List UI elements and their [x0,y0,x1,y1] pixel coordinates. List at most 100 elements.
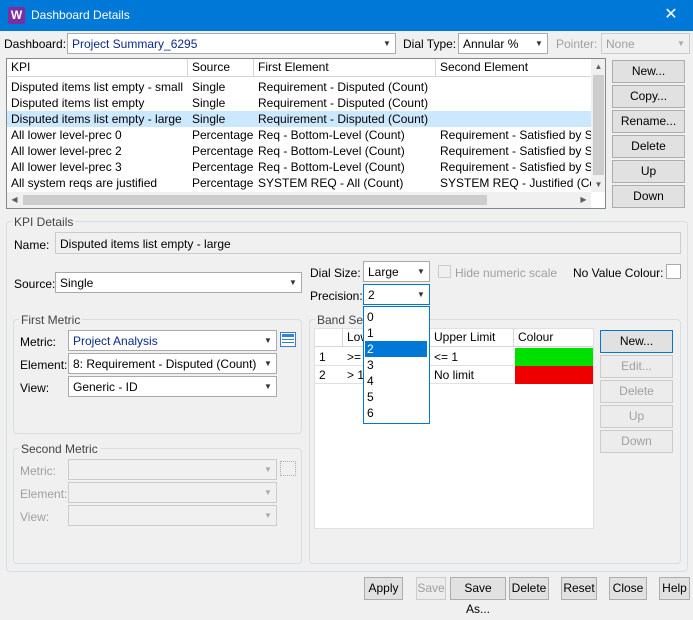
band-delete-button: Delete [600,380,673,403]
precision-option[interactable]: 1 [365,325,427,341]
horizontal-scrollbar[interactable]: ◀ ▶ [7,192,591,208]
column-header-kpi[interactable]: KPI [7,59,188,77]
column-header-second-element[interactable]: Second Element [436,59,591,77]
cell-source: Percentage [192,160,254,174]
scroll-thumb[interactable] [23,195,487,205]
metric-select[interactable]: Project Analysis ▼ [68,330,277,351]
second-metric-browse-icon [280,461,296,476]
save-as-button[interactable]: Save As... [450,577,506,616]
scroll-up-icon[interactable]: ▲ [591,59,605,74]
precision-option[interactable]: 4 [365,373,427,389]
no-value-colour-swatch[interactable] [666,264,681,279]
chevron-down-icon: ▼ [677,39,685,48]
close-button[interactable]: Close [609,577,647,600]
precision-dropdown-list[interactable]: 0 1 2 3 4 5 6 [363,306,430,424]
pointer-label: Pointer: [556,37,598,51]
down-kpi-button[interactable]: Down [612,185,685,208]
dial-type-select[interactable]: Annular % ▼ [458,33,548,54]
band-new-button[interactable]: New... [600,330,673,353]
cell-second-element [436,79,591,95]
name-field[interactable]: Disputed items list empty - large [55,232,681,254]
cell-second-element [436,111,591,127]
cell-first-element: Req - Bottom-Level (Count) [258,144,405,158]
copy-kpi-button[interactable]: Copy... [612,85,685,108]
first-metric-title: First Metric [19,313,83,327]
second-element-label: Element: [20,487,68,501]
table-row[interactable]: All lower level-prec 2 Percentage Req - … [7,143,591,159]
precision-label: Precision: [310,289,363,303]
table-row[interactable]: Disputed items list empty - small Single… [7,79,591,95]
band-colour-swatch[interactable] [515,366,593,384]
element-value: 8: Requirement - Disputed (Count) [73,357,257,371]
kpi-details-title: KPI Details [12,215,76,229]
band-row[interactable]: 1 >= <= 1 [315,348,593,366]
band-colour-swatch[interactable] [515,348,593,366]
dashboard-select[interactable]: Project Summary_6295 ▼ [67,33,396,54]
precision-option[interactable]: 0 [365,309,427,325]
cell-first-element: Requirement - Disputed (Count) [258,80,429,94]
metric-label: Metric: [20,335,56,349]
dial-size-select[interactable]: Large ▼ [363,261,430,282]
view-select[interactable]: Generic - ID ▼ [68,376,277,397]
band-edit-button: Edit... [600,355,673,378]
dial-size-value: Large [368,265,399,279]
delete-kpi-button[interactable]: Delete [612,135,685,158]
chevron-down-icon: ▼ [264,382,272,391]
cell-source: Single [192,80,226,94]
cell-kpi: Disputed items list empty [11,96,145,110]
reset-button[interactable]: Reset [561,577,597,600]
column-header-first-element[interactable]: First Element [254,59,436,77]
table-row[interactable]: All lower level-prec 0 Percentage Req - … [7,127,591,143]
column-header-source[interactable]: Source [188,59,254,77]
precision-select[interactable]: 2 ▼ [363,284,430,305]
cell-second-element [436,95,591,111]
precision-option-selected[interactable]: 2 [365,341,427,357]
source-select[interactable]: Single ▼ [55,272,302,293]
band-num: 1 [319,350,326,364]
cell-source: Percentage [192,128,254,142]
precision-option[interactable]: 6 [365,405,427,421]
source-label: Source: [14,277,56,291]
band-col-colour[interactable]: Colour [514,329,593,347]
band-upper: No limit [434,368,475,382]
scroll-thumb[interactable] [593,75,604,175]
chevron-down-icon: ▼ [417,290,425,299]
table-row[interactable]: All system reqs are justified Percentage… [7,175,591,191]
cell-kpi: All system reqs are justified [11,176,158,190]
scroll-right-icon[interactable]: ▶ [576,192,591,208]
chevron-down-icon: ▼ [289,278,297,287]
apply-button[interactable]: Apply [364,577,403,600]
cell-second-element: SYSTEM REQ - Justified (Cour [440,176,591,190]
band-table-header: Low Upper Limit Colour [315,329,593,347]
new-kpi-button[interactable]: New... [612,60,685,83]
title-bar: W Dashboard Details ✕ [0,0,693,31]
table-row[interactable]: Disputed items list empty Single Require… [7,95,591,111]
dial-size-label: Dial Size: [310,266,361,280]
cell-second-element: Requirement - Satisfied by SY [440,160,591,174]
second-element-select: ▼ [68,482,277,503]
delete-button[interactable]: Delete [509,577,549,600]
precision-option[interactable]: 5 [365,389,427,405]
cell-first-element: Req - Bottom-Level (Count) [258,160,405,174]
element-select[interactable]: 8: Requirement - Disputed (Count) ▼ [68,353,277,374]
close-icon[interactable]: ✕ [652,2,690,28]
help-button[interactable]: Help [659,577,690,600]
vertical-scrollbar[interactable]: ▲ ▼ [591,59,605,192]
cell-kpi: Disputed items list empty - large [11,112,182,126]
band-row[interactable]: 2 > 1 No limit [315,366,593,384]
up-kpi-button[interactable]: Up [612,160,685,183]
scroll-down-icon[interactable]: ▼ [591,177,605,192]
metric-browse-icon[interactable] [280,332,296,347]
scroll-left-icon[interactable]: ◀ [7,192,22,208]
band-up-button: Up [600,405,673,428]
band-col-upper[interactable]: Upper Limit [430,329,514,347]
precision-option[interactable]: 3 [365,357,427,373]
hide-numeric-scale-label: Hide numeric scale [455,266,558,280]
rename-kpi-button[interactable]: Rename... [612,110,685,133]
table-row-selected[interactable]: Disputed items list empty - large Single… [7,111,591,127]
dashboard-value: Project Summary_6295 [72,37,198,51]
pointer-value: None [606,37,635,51]
view-value: Generic - ID [73,380,138,394]
table-row[interactable]: All lower level-prec 3 Percentage Req - … [7,159,591,175]
chevron-down-icon: ▼ [417,267,425,276]
